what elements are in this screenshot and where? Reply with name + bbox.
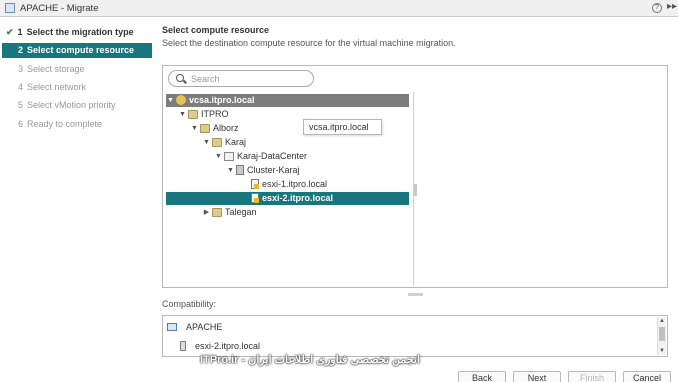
vertical-splitter-handle[interactable] <box>414 184 417 196</box>
tree-node-esxi-1[interactable]: esxi-1.itpro.local <box>241 178 327 191</box>
step-select-vmotion-priority: 5 Select vMotion priority <box>18 100 116 110</box>
tree-node-karaj[interactable]: ▼ Karaj <box>202 136 246 149</box>
watermark: ITPro.ir - انجمن تخصصی فناوری اطلاعات ای… <box>200 354 420 366</box>
step-select-compute-resource[interactable]: 2 Select compute resource <box>2 43 152 58</box>
vm-icon <box>167 323 177 331</box>
footer-buttons: Back Next Finish Cancel <box>0 366 678 382</box>
host-icon <box>251 179 259 189</box>
checkmark-icon: ✔ <box>6 27 14 37</box>
tree-node-cluster-karaj[interactable]: ▼ Cluster-Karaj <box>226 164 300 177</box>
expand-toggle-icon[interactable]: ▼ <box>214 150 223 163</box>
next-button[interactable]: Next <box>513 371 561 382</box>
step-select-network: 4 Select network <box>18 82 87 92</box>
tree-node-talegan[interactable]: ▶ Talegan <box>202 206 257 219</box>
horizontal-splitter-handle[interactable] <box>408 293 423 296</box>
scroll-up-icon[interactable]: ▲ <box>659 318 665 324</box>
host-icon <box>251 193 259 203</box>
search-input[interactable] <box>191 73 309 85</box>
compat-scrollbar[interactable]: ▲ ▼ <box>657 317 666 355</box>
scroll-thumb[interactable] <box>659 327 665 341</box>
back-button[interactable]: Back <box>458 371 506 382</box>
compat-row-host: esxi-2.itpro.local <box>167 339 260 353</box>
title-bar: APACHE - Migrate ? ▸▸ <box>0 0 678 17</box>
expand-toggle-icon[interactable]: ▼ <box>166 94 175 107</box>
main-content: Select compute resource Select the desti… <box>160 18 678 382</box>
page-description: Select the destination compute resource … <box>162 38 456 48</box>
expand-toggle-icon[interactable]: ▼ <box>178 108 187 121</box>
vcenter-icon <box>176 95 186 105</box>
page-title: Select compute resource <box>162 25 270 35</box>
expand-icon[interactable]: ▸▸ <box>667 1 677 12</box>
expand-toggle-icon[interactable]: ▼ <box>202 136 211 149</box>
datacenter-icon <box>224 152 234 161</box>
tooltip: vcsa.itpro.local <box>303 119 382 135</box>
finish-button: Finish <box>568 371 616 382</box>
cancel-button[interactable]: Cancel <box>623 371 671 382</box>
vm-window-icon <box>5 3 15 13</box>
collapse-toggle-icon[interactable]: ▶ <box>202 206 211 219</box>
folder-icon <box>212 208 222 217</box>
folder-icon <box>212 138 222 147</box>
tree-node-itpro[interactable]: ▼ ITPRO <box>178 108 229 121</box>
scroll-down-icon[interactable]: ▼ <box>659 348 665 354</box>
help-icon[interactable]: ? <box>652 3 662 13</box>
step-ready-to-complete: 6 Ready to complete <box>18 119 103 129</box>
folder-icon <box>188 110 198 119</box>
folder-icon <box>200 124 210 133</box>
server-icon <box>180 341 186 351</box>
tree-node-karaj-datacenter[interactable]: ▼ Karaj-DataCenter <box>214 150 307 163</box>
expand-toggle-icon[interactable]: ▼ <box>226 164 235 177</box>
compat-row-vm: APACHE <box>167 320 222 334</box>
expand-toggle-icon[interactable]: ▼ <box>190 122 199 135</box>
step-select-storage: 3 Select storage <box>18 64 85 74</box>
cluster-icon <box>236 165 244 175</box>
compatibility-label: Compatibility: <box>162 299 217 309</box>
tree-node-vcsa[interactable]: ▼ vcsa.itpro.local <box>166 94 409 107</box>
compatibility-panel: APACHE esxi-2.itpro.local ▲ ▼ <box>162 315 668 357</box>
tree-node-alborz[interactable]: ▼ Alborz <box>190 122 239 135</box>
compute-resource-pane: ▼vcsa.itpro.local ▼ITPRO ▼Alborz ▼Karaj … <box>162 65 668 288</box>
search-icon <box>176 74 184 82</box>
wizard-steps: ✔ 1 Select the migration type 2 Select comp… <box>0 18 156 382</box>
tree-node-esxi-2[interactable]: esxi-2.itpro.local <box>166 192 409 205</box>
search-box[interactable] <box>168 70 314 87</box>
window-title: APACHE - Migrate <box>20 3 99 14</box>
step-select-migration-type[interactable]: ✔ 1 Select the migration type <box>2 25 152 40</box>
